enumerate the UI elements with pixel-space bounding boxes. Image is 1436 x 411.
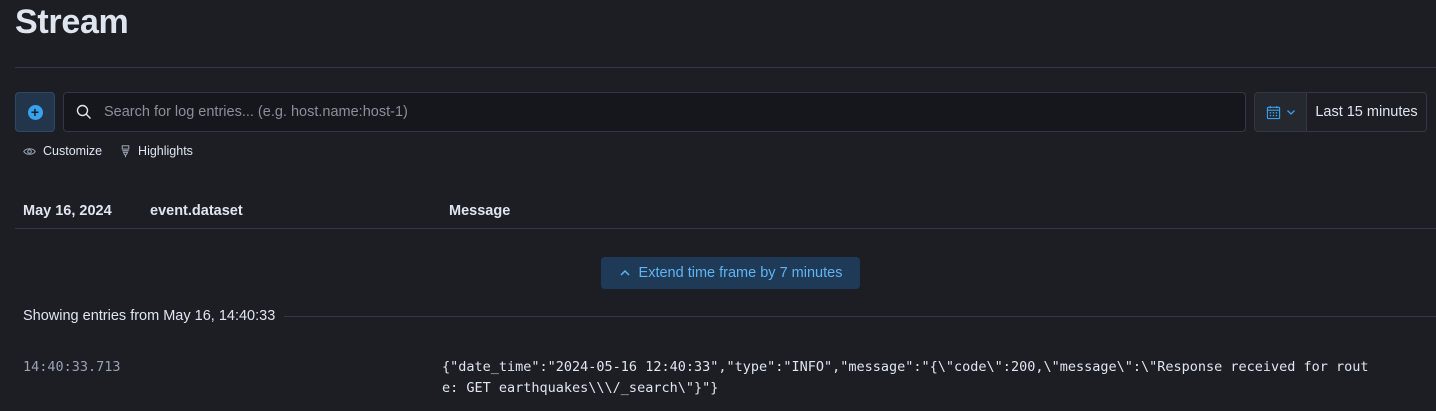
add-filter-button[interactable]: + [15,92,55,132]
search-input[interactable] [104,104,1245,120]
search-bar[interactable] [63,92,1246,132]
column-event-dataset: event.dataset [150,203,243,219]
column-date: May 16, 2024 [23,203,112,219]
stream-controls: Customize Highlights [23,144,193,158]
highlights-button[interactable]: Highlights [120,144,193,158]
quick-select-button[interactable] [1255,93,1307,131]
date-picker: Last 15 minutes [1254,92,1427,132]
log-column-header: May 16, 2024 event.dataset Message [15,198,1436,229]
eye-icon [23,147,36,155]
plus-circle-icon: + [27,104,43,120]
extend-time-frame-button[interactable]: Extend time frame by 7 minutes [601,257,860,289]
showing-entries-divider: Showing entries from May 16, 14:40:33 [23,308,1436,324]
column-message: Message [449,203,511,219]
extend-time-frame-label: Extend time frame by 7 minutes [638,265,843,281]
chevron-up-icon [620,269,630,276]
highlights-label: Highlights [138,144,193,158]
divider-line [284,315,1436,317]
log-entry-message: {"date_time":"2024-05-16 12:40:33","type… [442,359,1369,396]
calendar-icon [1266,105,1280,119]
page-title: Stream [15,3,129,41]
customize-label: Customize [43,144,103,158]
chevron-down-icon [1286,110,1295,115]
log-entry-timestamp: 14:40:33.713 [23,359,121,375]
search-icon [76,104,91,119]
title-divider [15,67,1436,68]
customize-button[interactable]: Customize [23,144,102,158]
highlighter-icon [121,144,130,157]
showing-entries-text: Showing entries from May 16, 14:40:33 [23,308,276,324]
time-range-label[interactable]: Last 15 minutes [1307,93,1426,131]
